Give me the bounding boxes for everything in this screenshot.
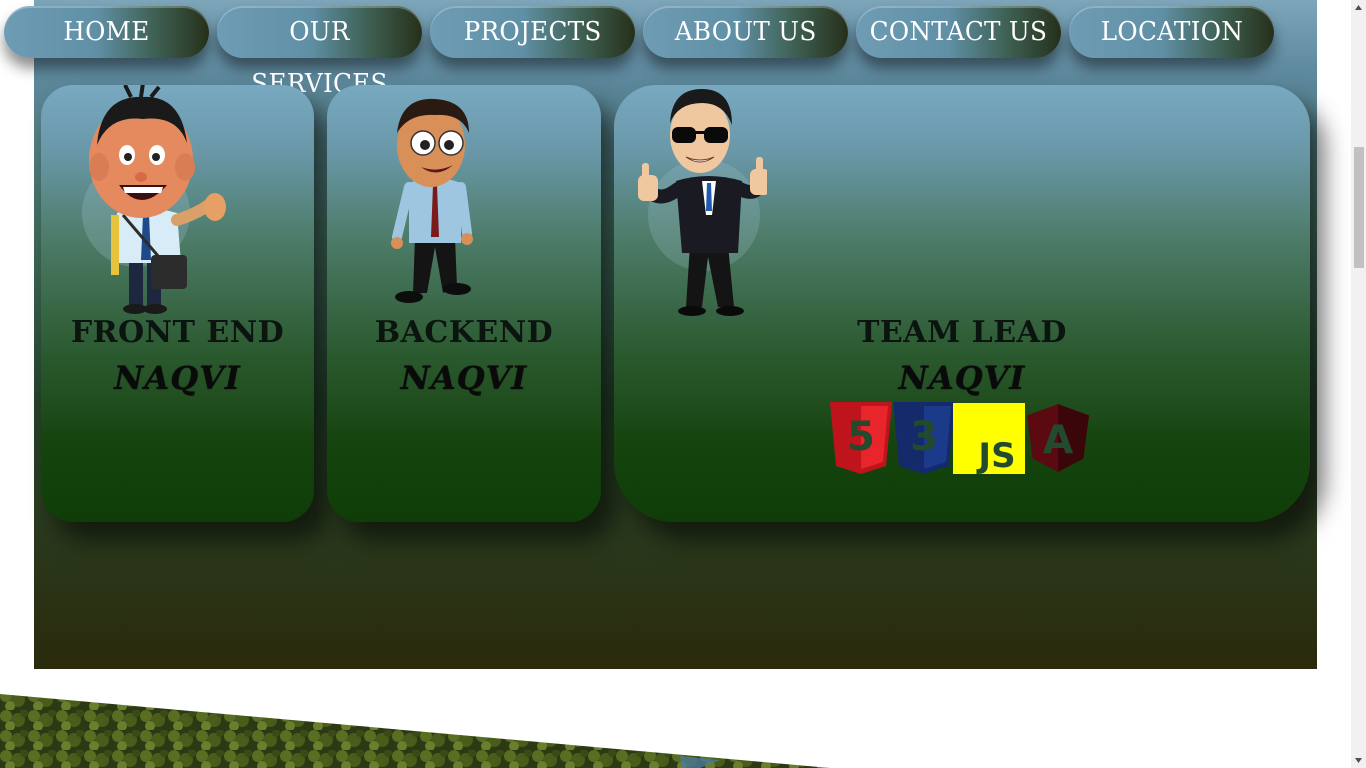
angular-icon: A [1027,404,1089,472]
team-member-name: NAQVI [400,359,528,397]
team-role: FRONT END [70,315,285,350]
tech-stack: 5 3 JS A [830,402,1092,474]
svg-text:3: 3 [910,414,938,460]
css3-icon: 3 [893,402,955,474]
team-role: TEAM LEAD [857,315,1067,350]
javascript-icon: JS [953,403,1025,474]
vertical-scrollbar[interactable] [1351,0,1366,768]
scroll-down-arrow-icon[interactable] [1354,756,1363,765]
svg-text:A: A [1043,417,1074,463]
team-card-team-lead: TEAM LEAD NAQVI 5 3 JS A [614,85,1310,522]
team-role: BACKEND [374,315,554,350]
nav-location[interactable]: LOCATION [1069,6,1274,58]
nav-about-us[interactable]: ABOUT US [643,6,848,58]
nav-contact-us[interactable]: CONTACT US [856,6,1061,58]
forest-banner-image [0,694,830,768]
team-member-name: NAQVI [898,359,1026,397]
team-card-front-end: FRONT END NAQVI [41,85,314,522]
scroll-up-arrow-icon[interactable] [1354,3,1363,12]
cartoon-man-waving-icon [82,85,226,314]
html5-icon: 5 [830,402,892,474]
cartoon-man-standing-icon [391,98,473,303]
svg-text:5: 5 [847,414,875,460]
nav-our-services[interactable]: OUR SERVICES [217,6,422,99]
scrollbar-thumb[interactable] [1354,147,1364,268]
nav-projects[interactable]: PROJECTS [430,6,635,58]
team-card-backend: BACKEND NAQVI [327,85,601,522]
team-member-name: NAQVI [114,359,241,397]
nav-home[interactable]: HOME [4,6,209,58]
svg-text:JS: JS [976,436,1015,474]
businessman-thumbs-up-icon [638,89,767,316]
